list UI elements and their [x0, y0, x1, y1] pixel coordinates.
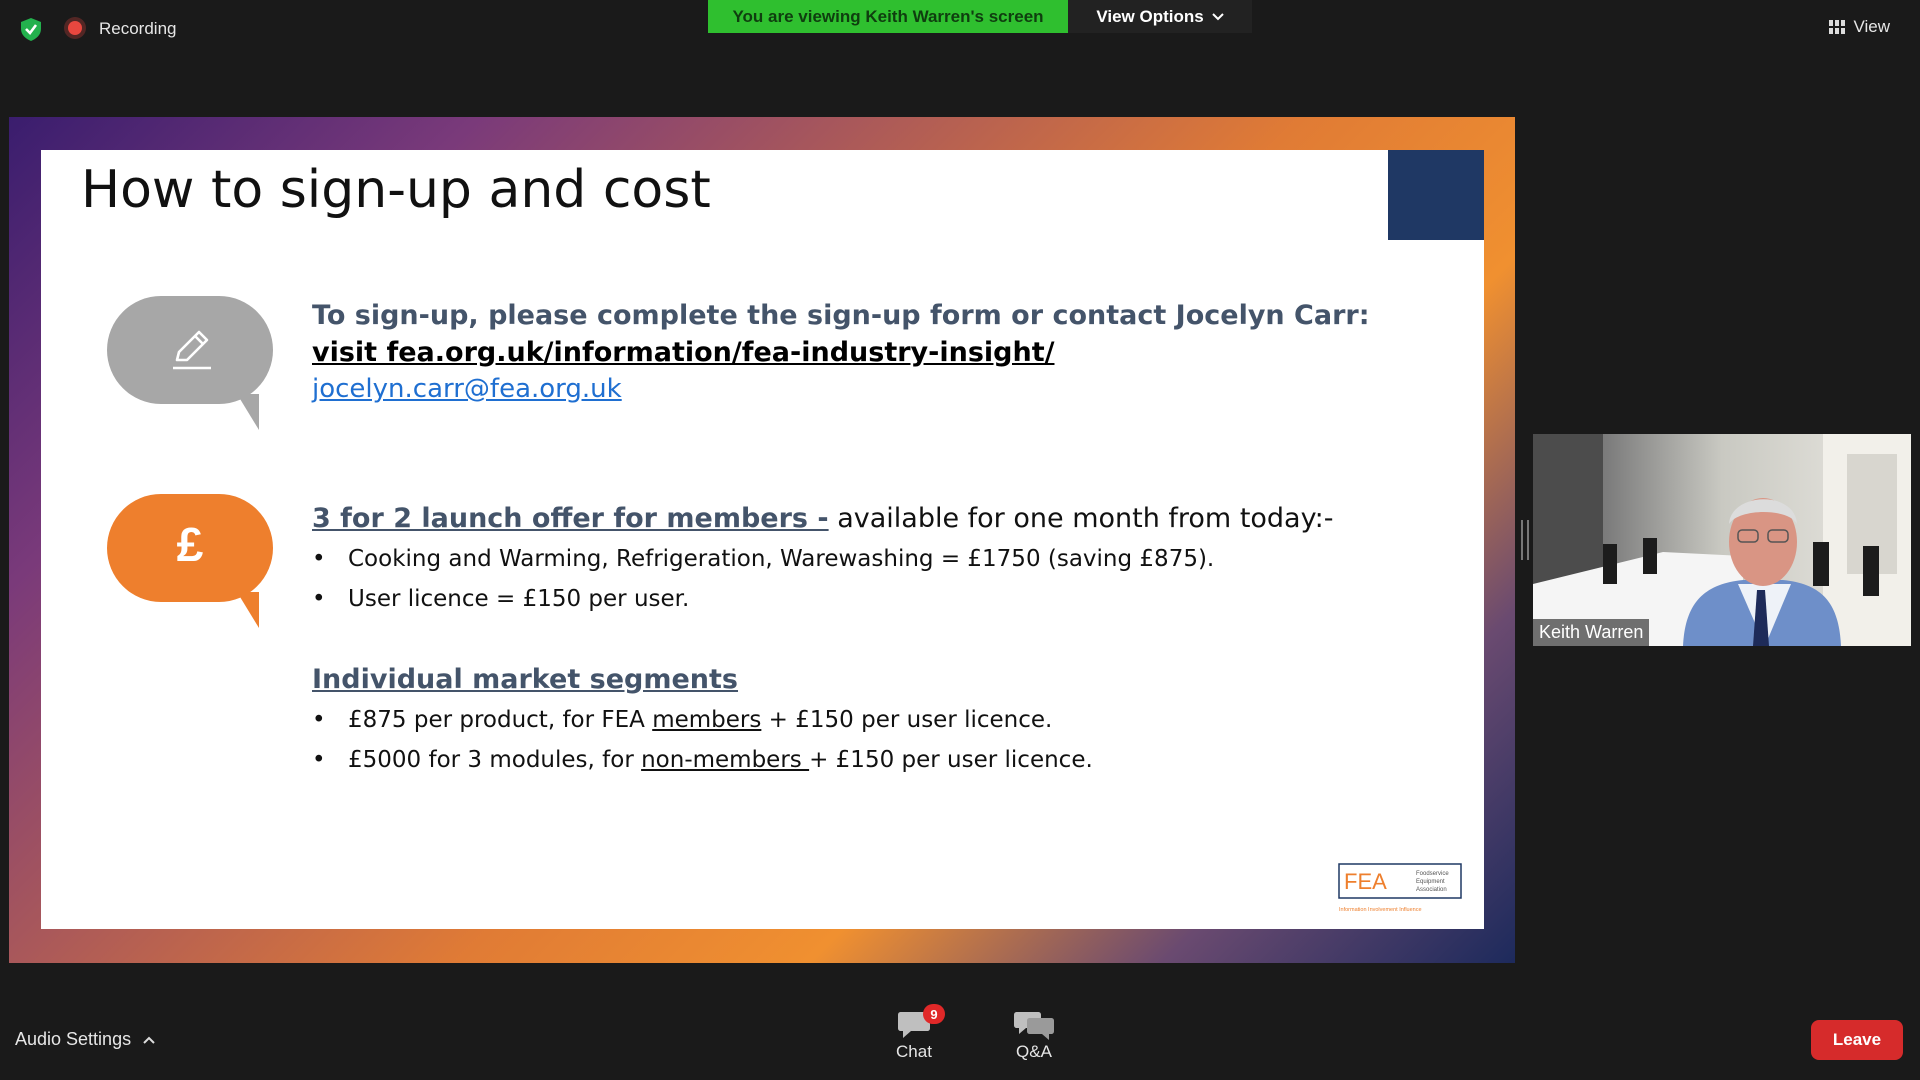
qa-label: Q&A: [1016, 1042, 1052, 1061]
chevron-down-icon: [1211, 12, 1224, 20]
offer-heading-rest: available for one month from today:-: [837, 503, 1334, 534]
leave-button[interactable]: Leave: [1811, 1020, 1903, 1060]
participant-name-tag: Keith Warren: [1533, 619, 1650, 646]
pricing-speech-bubble: £: [107, 494, 273, 628]
view-button[interactable]: View: [1819, 12, 1900, 42]
recording-label: Recording: [99, 19, 177, 38]
shared-screen: How to sign-up and cost To sign-up, plea…: [9, 117, 1515, 963]
segments-bullet: £875 per product, for FEA members + £150…: [312, 707, 1093, 733]
slide-title: How to sign-up and cost: [81, 160, 711, 220]
email-link[interactable]: jocelyn.carr@fea.org.uk: [312, 374, 622, 404]
signup-speech-bubble: [107, 296, 273, 430]
signup-section: To sign-up, please complete the sign-up …: [312, 300, 1370, 410]
signup-url-link[interactable]: visit fea.org.uk/information/fea-industr…: [312, 337, 1054, 368]
fea-logo: FEA Foodservice Equipment Association In…: [1338, 863, 1462, 913]
participant-video-image: [1533, 434, 1911, 646]
viewing-screen-banner: You are viewing Keith Warren's screen: [708, 0, 1068, 33]
chat-unread-badge: 9: [923, 1004, 945, 1024]
svg-text:Equipment: Equipment: [1416, 879, 1445, 885]
chevron-up-icon: [143, 1036, 155, 1044]
offer-bullet: User licence = £150 per user.: [312, 586, 1333, 612]
view-options-button[interactable]: View Options: [1068, 0, 1252, 33]
signup-heading: To sign-up, please complete the sign-up …: [312, 300, 1370, 331]
participant-video[interactable]: Keith Warren: [1533, 434, 1911, 646]
panel-resize-handle[interactable]: [1521, 520, 1529, 560]
offer-section: 3 for 2 launch offer for members - avail…: [312, 503, 1333, 626]
presentation-slide: How to sign-up and cost To sign-up, plea…: [41, 150, 1484, 929]
segments-heading: Individual market segments: [312, 664, 739, 695]
qa-button[interactable]: Q&A: [999, 1008, 1069, 1062]
chat-label: Chat: [896, 1042, 932, 1061]
svg-text:FEA: FEA: [1344, 869, 1387, 894]
offer-heading: 3 for 2 launch offer for members -: [312, 503, 829, 534]
audio-settings-label: Audio Settings: [15, 1029, 132, 1049]
chat-button[interactable]: 9 Chat: [879, 1004, 949, 1062]
view-options-label: View Options: [1096, 6, 1204, 26]
audio-settings-button[interactable]: Audio Settings: [15, 1029, 155, 1050]
recording-indicator-icon: [68, 21, 82, 35]
slide-corner-block: [1388, 150, 1484, 240]
svg-text:Information Involvement Infl: Information Involvement Influence: [1339, 907, 1422, 913]
grid-view-icon: [1829, 20, 1846, 34]
segments-section: Individual market segments £875 per prod…: [312, 664, 1093, 787]
pencil-icon: [173, 330, 211, 370]
view-label: View: [1853, 17, 1890, 36]
segments-bullet: £5000 for 3 modules, for non-members + £…: [312, 747, 1093, 773]
svg-text:Association: Association: [1416, 887, 1447, 893]
offer-bullet: Cooking and Warming, Refrigeration, Ware…: [312, 546, 1333, 572]
security-shield-icon[interactable]: [18, 16, 44, 42]
svg-text:Foodservice: Foodservice: [1416, 871, 1449, 877]
qa-icon: [1014, 1012, 1054, 1040]
pound-icon: £: [176, 519, 204, 572]
